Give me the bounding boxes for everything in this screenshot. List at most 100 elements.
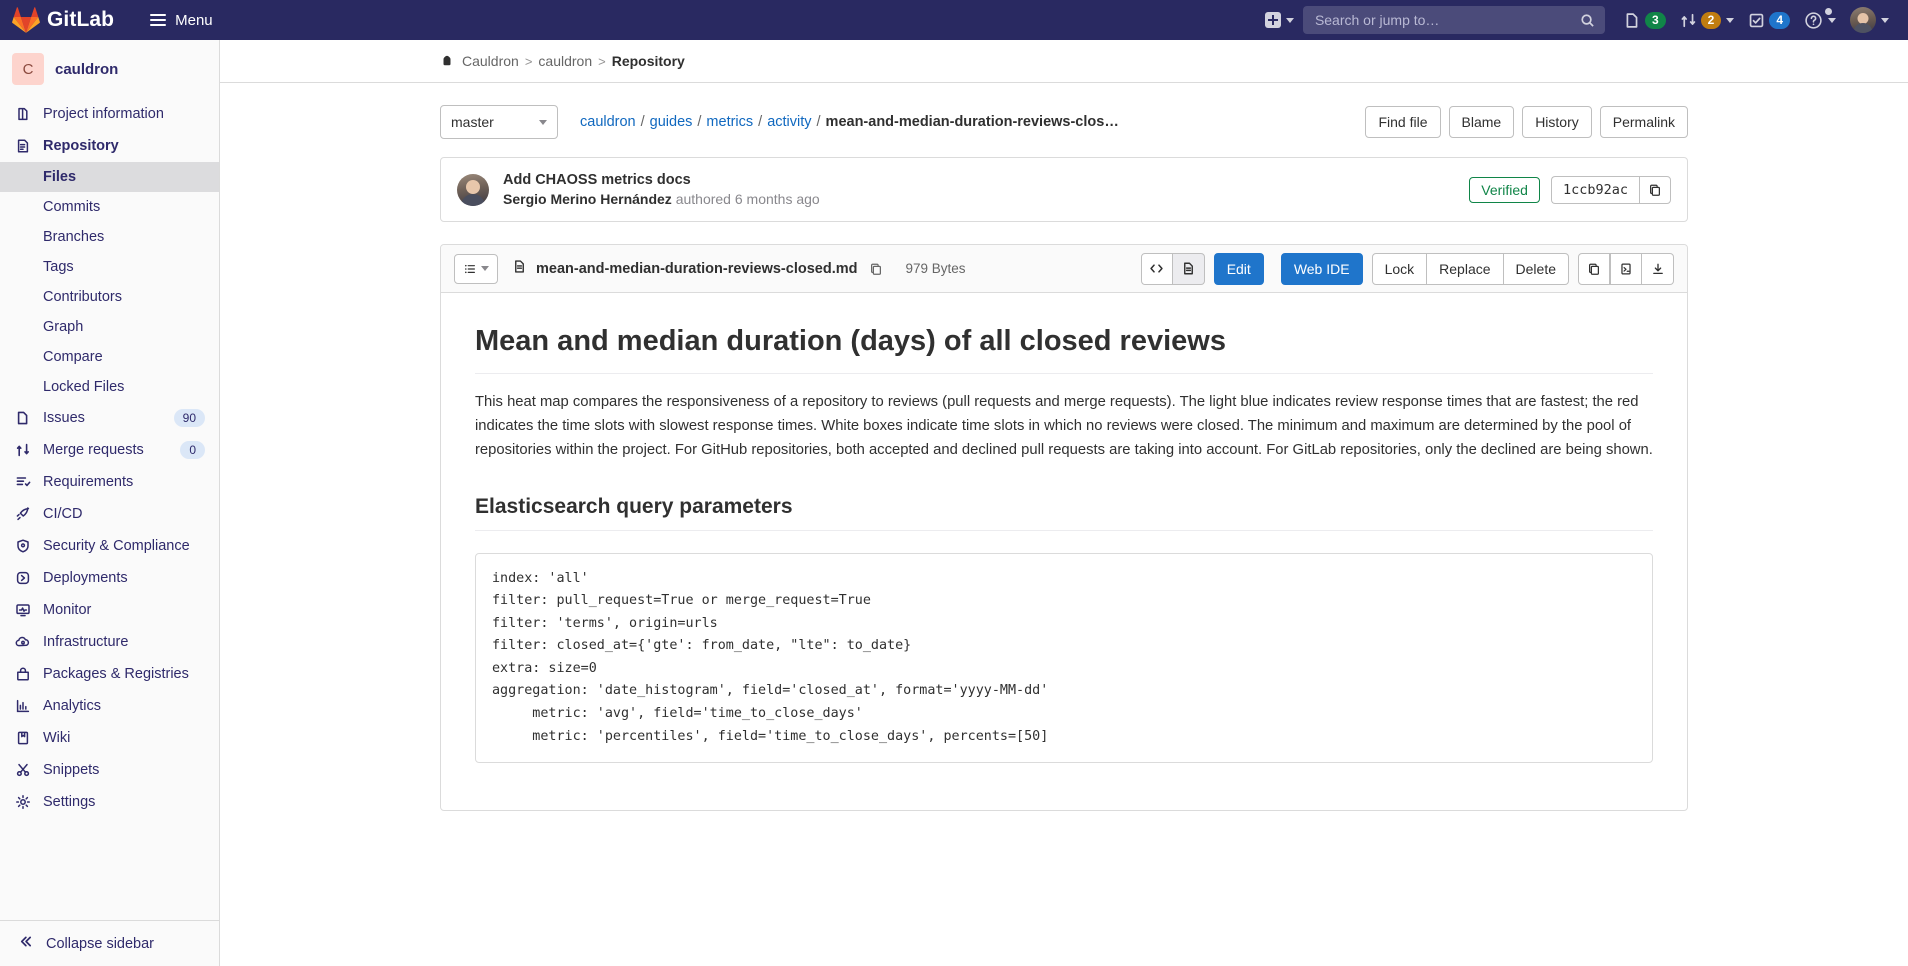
help-notification-dot [1825,8,1832,15]
sidebar-item-settings[interactable]: Settings [0,786,219,818]
search-icon [1580,13,1595,28]
sidebar-item-deployments[interactable]: Deployments [0,562,219,594]
sidebar-item-label: Infrastructure [43,634,129,650]
collapse-sidebar-button[interactable]: Collapse sidebar [0,920,219,966]
code-block: index: 'all' filter: pull_request=True o… [475,552,1653,764]
path-segment-activity[interactable]: activity [767,114,811,130]
breadcrumb-separator: > [598,53,606,69]
last-commit-box: Add CHAOSS metrics docs Sergio Merino He… [440,157,1688,222]
path-segment-guides[interactable]: guides [650,114,693,130]
edit-button[interactable]: Edit [1213,252,1264,285]
breadcrumb-group[interactable]: Cauldron [462,53,519,69]
copy-file-contents-button[interactable] [1578,252,1610,285]
delete-button[interactable]: Delete [1503,252,1569,285]
sidebar-item-label: Settings [43,794,96,810]
copy-file-path-button[interactable] [866,259,886,279]
blame-button[interactable]: Blame [1448,106,1515,138]
sidebar-item-packages-registries[interactable]: Packages & Registries [0,658,219,690]
file-icon [512,259,527,278]
sidebar-item-branches[interactable]: Branches [0,222,219,252]
repository-actions: Find file Blame History Permalink [1365,106,1688,138]
path-segment-file: mean-and-median-duration-reviews-clos… [825,114,1119,130]
rendered-markdown: Mean and median duration (days) of all c… [441,293,1687,810]
file-header: mean-and-median-duration-reviews-closed.… [441,245,1687,293]
sidebar-subitem-label: Graph [43,319,84,335]
sidebar-item-issues[interactable]: Issues 90 [0,402,219,434]
sidebar-item-label: Requirements [43,474,134,490]
sidebar-item-commits[interactable]: Commits [0,192,219,222]
sidebar-subitem-label: Commits [43,199,101,215]
display-source-button[interactable] [1140,252,1173,285]
replace-button[interactable]: Replace [1427,252,1504,285]
sidebar-item-compare[interactable]: Compare [0,342,219,372]
search-input[interactable] [1312,11,1580,29]
web-ide-button[interactable]: Web IDE [1280,252,1363,285]
deployments-icon [14,569,32,587]
issues-count-badge: 3 [1644,11,1666,29]
shield-icon [14,537,32,555]
download-button[interactable] [1642,252,1674,285]
sidebar-item-wiki[interactable]: Wiki [0,722,219,754]
sidebar-item-graph[interactable]: Graph [0,312,219,342]
sidebar-item-snippets[interactable]: Snippets [0,754,219,786]
merge-requests-nav-button[interactable]: 2 [1675,4,1740,36]
main-menu-label: Menu [175,11,213,29]
find-file-button[interactable]: Find file [1365,106,1441,138]
path-segment-metrics[interactable]: metrics [706,114,753,130]
todos-nav-button[interactable]: 4 [1743,4,1795,36]
file-name-group: mean-and-median-duration-reviews-closed.… [512,259,966,279]
help-nav-button[interactable] [1799,4,1841,36]
commit-author-avatar[interactable] [457,173,489,206]
chevron-down-icon [1828,17,1836,23]
sidebar-item-label: Monitor [43,602,92,618]
sidebar-item-cicd[interactable]: CI/CD [0,498,219,530]
main-content: Cauldron > cauldron > Repository master … [220,40,1908,966]
chevron-double-left-icon [18,934,33,953]
sidebar-item-infrastructure[interactable]: Infrastructure [0,626,219,658]
group-avatar-icon [440,54,454,68]
top-navbar: GitLab Menu 3 [0,0,1908,40]
display-rendered-button[interactable] [1172,252,1205,285]
file-tree-toggle-button[interactable] [454,253,498,284]
sidebar-item-monitor[interactable]: Monitor [0,594,219,626]
permalink-button[interactable]: Permalink [1599,106,1688,138]
lock-button[interactable]: Lock [1371,252,1428,285]
sidebar-item-label: Wiki [43,730,71,746]
sidebar-item-project-information[interactable]: Project information [0,98,219,130]
document-paragraph: This heat map compares the responsivenes… [475,393,1653,458]
sidebar-subitem-label: Files [43,169,77,185]
navbar-right-group: 3 2 4 [1260,4,1908,36]
history-button[interactable]: History [1522,106,1592,138]
issues-nav-button[interactable]: 3 [1619,4,1671,36]
sidebar-item-files[interactable]: Files [0,162,219,192]
sidebar-item-tags[interactable]: Tags [0,252,219,282]
main-menu-button[interactable]: Menu [142,6,221,35]
sidebar-item-analytics[interactable]: Analytics [0,690,219,722]
sidebar-project-header[interactable]: C cauldron [0,40,219,98]
commit-message[interactable]: Add CHAOSS metrics docs [503,172,820,188]
sidebar-item-requirements[interactable]: Requirements [0,466,219,498]
open-raw-button[interactable] [1610,252,1642,285]
create-new-button[interactable] [1260,4,1299,36]
sidebar-item-locked-files[interactable]: Locked Files [0,372,219,402]
sidebar-item-repository[interactable]: Repository [0,130,219,162]
sidebar-item-security-compliance[interactable]: Security & Compliance [0,530,219,562]
merge-request-icon [14,441,32,459]
commit-details: Add CHAOSS metrics docs Sergio Merino He… [503,172,820,207]
package-icon [14,665,32,683]
project-icon [14,105,32,123]
commit-author-name[interactable]: Sergio Merino Hernández [503,191,672,207]
breadcrumb-project[interactable]: cauldron [538,53,592,69]
path-segment-cauldron[interactable]: cauldron [580,114,636,130]
verified-badge[interactable]: Verified [1469,176,1540,203]
copy-commit-sha-button[interactable] [1639,175,1671,204]
branch-selector[interactable]: master [440,105,558,139]
user-menu-button[interactable] [1845,4,1894,36]
merge-requests-count: 0 [180,441,205,459]
scissors-icon [14,761,32,779]
global-search[interactable] [1302,6,1605,34]
sidebar-item-contributors[interactable]: Contributors [0,282,219,312]
sidebar-item-label: Security & Compliance [43,538,190,554]
gitlab-logo-icon[interactable] [12,6,40,34]
sidebar-item-merge-requests[interactable]: Merge requests 0 [0,434,219,466]
